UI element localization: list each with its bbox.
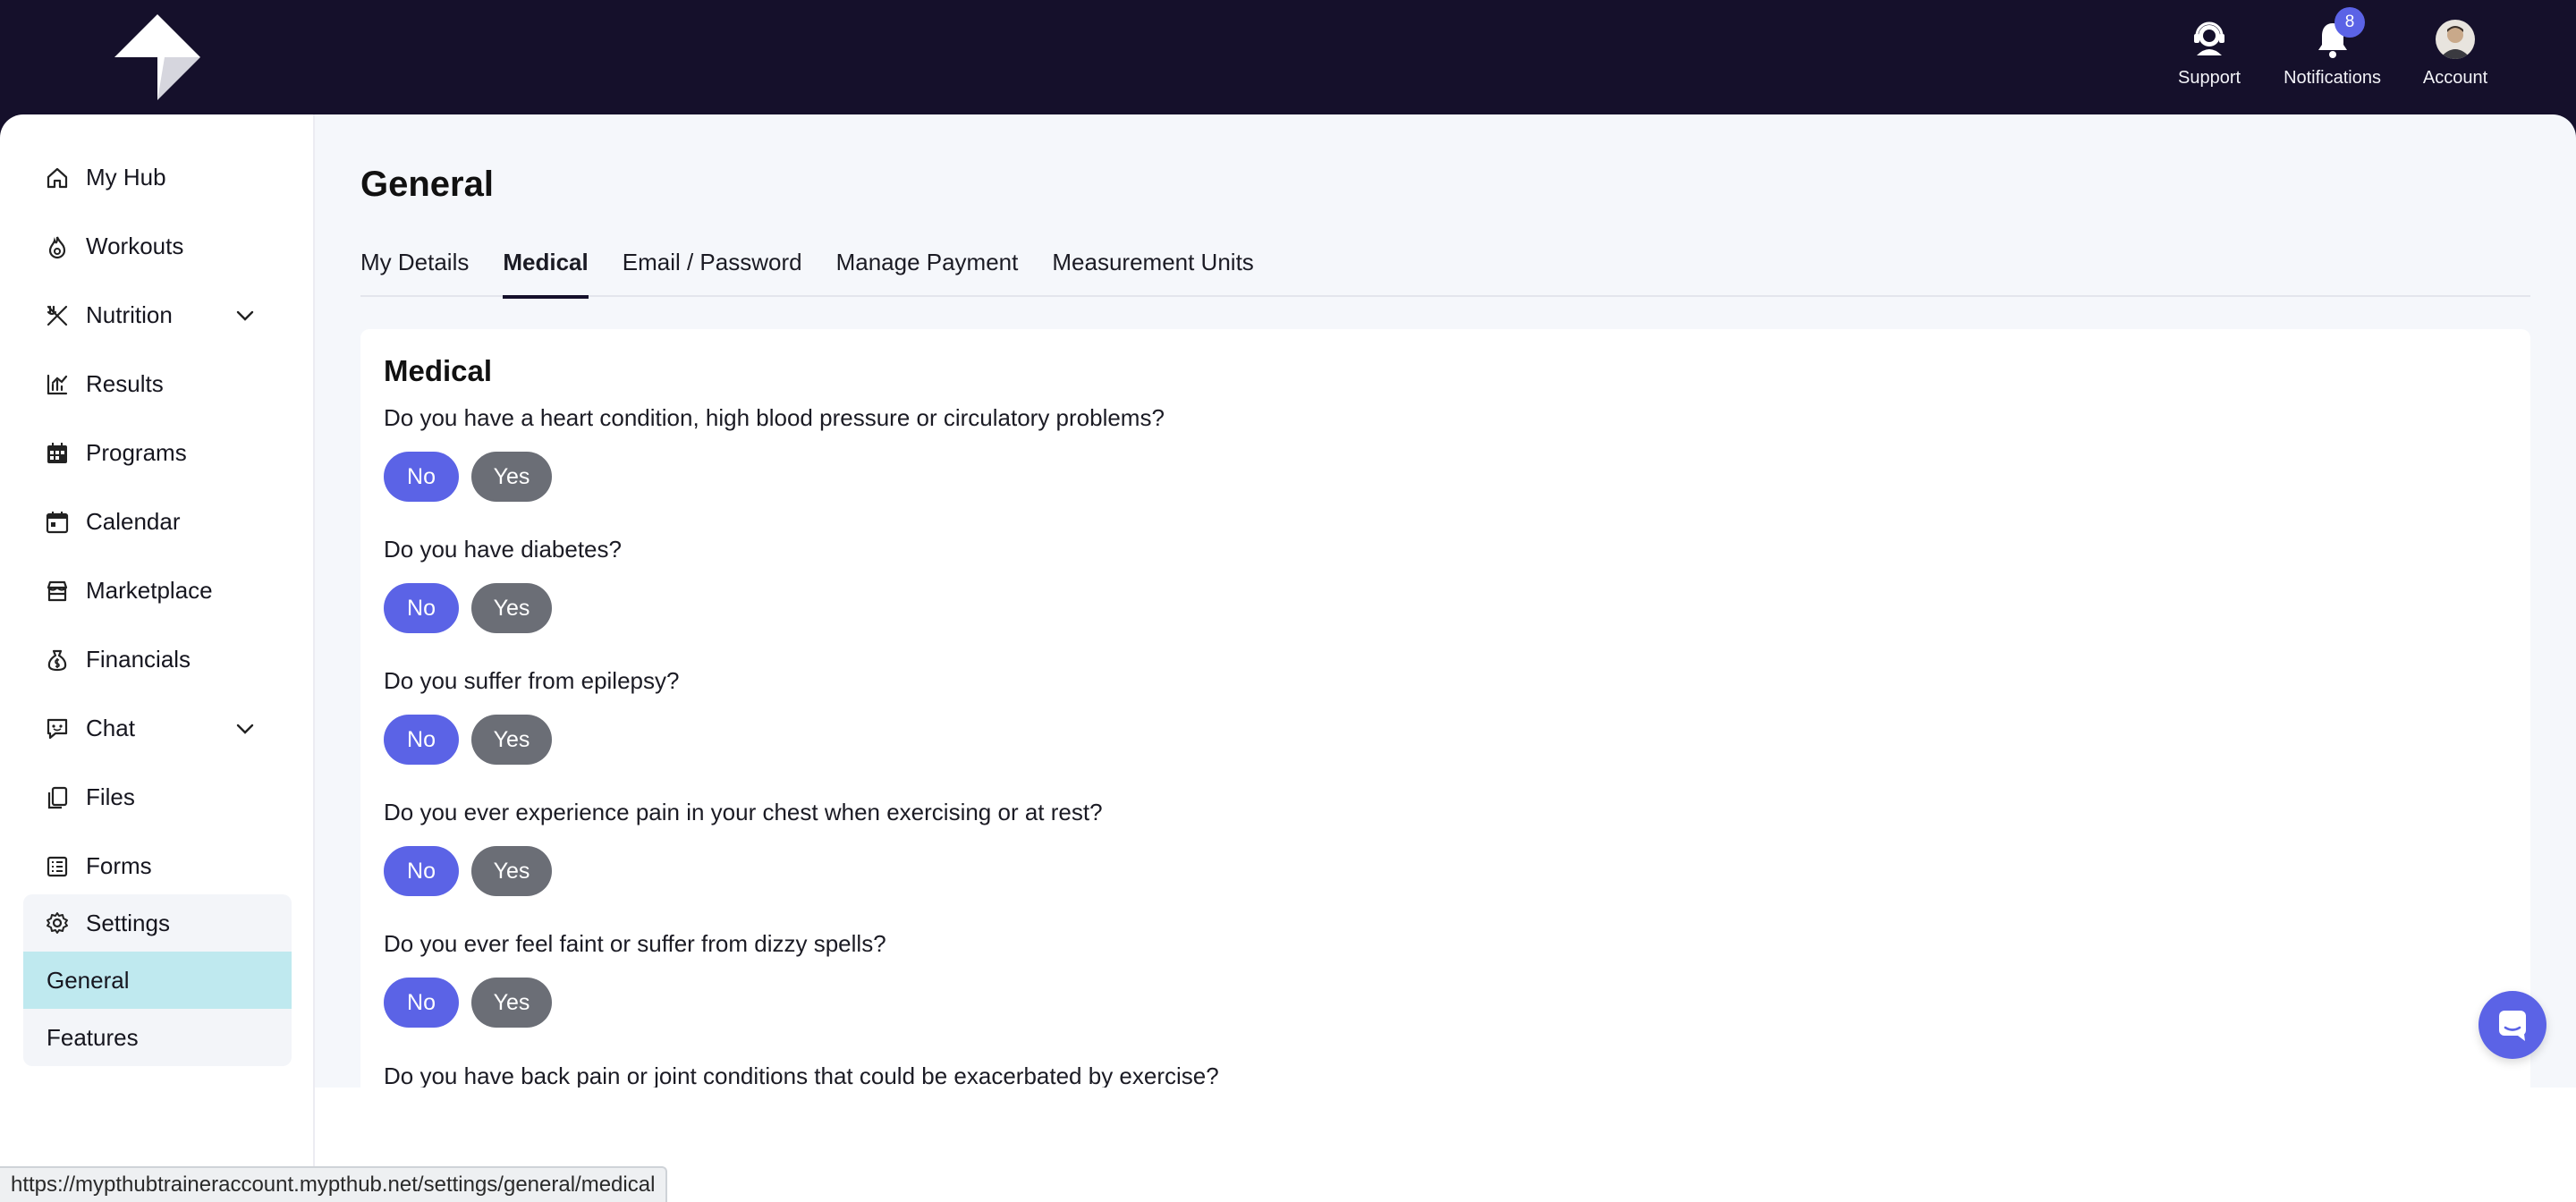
sidebar-item-label: Settings: [86, 909, 170, 936]
no-button[interactable]: No: [384, 715, 459, 765]
store-icon: [47, 580, 68, 601]
medical-card: Medical Do you have a heart condition, h…: [360, 329, 2530, 1098]
sidebar-item-calendar[interactable]: Calendar: [0, 487, 313, 556]
avatar: [2436, 20, 2475, 59]
files-icon: [47, 786, 68, 808]
home-icon: [47, 167, 68, 188]
card-title: Medical: [384, 354, 493, 387]
no-button[interactable]: No: [384, 452, 459, 502]
question-text: Do you have a heart condition, high bloo…: [384, 404, 1165, 431]
sidebar-item-label: Financials: [86, 646, 191, 673]
sidebar-item-files[interactable]: Files: [0, 763, 313, 832]
tab-my-details[interactable]: My Details: [360, 245, 469, 297]
sidebar-subitem-features[interactable]: Features: [23, 1009, 292, 1066]
question-text: Do you ever experience pain in your ches…: [384, 799, 1103, 825]
sidebar-item-label: My Hub: [86, 164, 166, 190]
form-icon: [47, 856, 68, 876]
chevron-down-icon[interactable]: [233, 716, 258, 741]
sidebar-item-label: Chat: [86, 715, 135, 741]
sidebar-item-my-hub[interactable]: My Hub: [0, 143, 313, 212]
question-epilepsy: Do you suffer from epilepsy? No Yes: [384, 667, 679, 765]
sidebar-item-label: Forms: [86, 852, 152, 879]
main-content: General My Details Medical Email / Passw…: [315, 114, 2576, 1098]
tab-bar: My Details Medical Email / Password Mana…: [360, 245, 2530, 299]
sidebar-item-label: Files: [86, 783, 135, 810]
sidebar-subitem-general[interactable]: General: [23, 952, 292, 1009]
chat-launcher-button[interactable]: [2479, 991, 2546, 1059]
sidebar-item-financials[interactable]: Financials: [0, 625, 313, 694]
sidebar-item-chat[interactable]: Chat: [0, 694, 313, 763]
page-title: General: [360, 165, 494, 204]
notifications-label: Notifications: [2284, 68, 2381, 88]
question-dizzy-spells: Do you ever feel faint or suffer from di…: [384, 930, 886, 1028]
header-actions: Support 8 Notifications Account: [2169, 7, 2496, 95]
question-text: Do you ever feel faint or suffer from di…: [384, 930, 886, 957]
account-button[interactable]: Account: [2415, 20, 2496, 95]
question-heart: Do you have a heart condition, high bloo…: [384, 404, 1165, 502]
question-text: Do you suffer from epilepsy?: [384, 667, 680, 694]
no-button[interactable]: No: [384, 978, 459, 1028]
sidebar-item-results[interactable]: Results: [0, 350, 313, 419]
question-chest-pain: Do you ever experience pain in your ches…: [384, 799, 1103, 896]
sidebar-item-label: Programs: [86, 439, 187, 466]
sidebar-item-forms[interactable]: Forms: [0, 832, 313, 901]
chat-bubble-icon: [2499, 1011, 2526, 1041]
sidebar-nav: My Hub Workouts Nutrition Results Progra…: [0, 114, 313, 901]
utensils-icon: [47, 305, 68, 326]
sidebar-item-label: Calendar: [86, 508, 181, 535]
sidebar-item-label: Nutrition: [86, 301, 173, 328]
tab-manage-payment[interactable]: Manage Payment: [836, 245, 1019, 297]
question-text: Do you have diabetes?: [384, 536, 622, 563]
calendar-icon: [46, 511, 69, 533]
status-bar-url: https://mypthubtraineraccount.mypthub.ne…: [0, 1166, 668, 1202]
support-button[interactable]: Support: [2169, 20, 2250, 95]
support-label: Support: [2178, 68, 2241, 88]
sidebar-item-settings[interactable]: Settings: [23, 894, 292, 952]
chart-icon: [47, 374, 68, 394]
sidebar-item-label: Results: [86, 370, 164, 397]
top-bar: Support 8 Notifications Account: [0, 0, 2576, 114]
no-button[interactable]: No: [384, 846, 459, 896]
question-diabetes: Do you have diabetes? No Yes: [384, 536, 622, 633]
yes-button[interactable]: Yes: [471, 846, 552, 896]
sidebar-item-label: Marketplace: [86, 577, 213, 604]
tab-measurement-units[interactable]: Measurement Units: [1052, 245, 1253, 297]
yes-button[interactable]: Yes: [471, 715, 552, 765]
yes-button[interactable]: Yes: [471, 452, 552, 502]
notification-count-badge: 8: [2334, 7, 2365, 38]
headset-icon: [2194, 21, 2225, 55]
no-button[interactable]: No: [384, 583, 459, 633]
yes-button[interactable]: Yes: [471, 978, 552, 1028]
sidebar-item-marketplace[interactable]: Marketplace: [0, 556, 313, 625]
question-back-pain: Do you have back pain or joint condition…: [384, 1062, 1219, 1090]
question-text: Do you have back pain or joint condition…: [384, 1062, 1219, 1089]
tab-medical[interactable]: Medical: [503, 245, 589, 299]
calendar-grid-icon: [47, 442, 67, 463]
account-label: Account: [2422, 68, 2488, 88]
sidebar-item-programs[interactable]: Programs: [0, 419, 313, 487]
sidebar: My Hub Workouts Nutrition Results Progra…: [0, 114, 315, 1202]
chevron-down-icon[interactable]: [233, 303, 258, 328]
tab-email-password[interactable]: Email / Password: [623, 245, 802, 297]
sidebar-item-nutrition[interactable]: Nutrition: [0, 281, 313, 350]
gear-icon: [47, 912, 68, 934]
yes-button[interactable]: Yes: [471, 583, 552, 633]
settings-group: Settings General Features: [23, 894, 292, 1066]
sidebar-item-workouts[interactable]: Workouts: [0, 212, 313, 281]
chat-icon: [47, 718, 68, 739]
money-bag-icon: [47, 649, 67, 671]
flame-icon: [48, 236, 66, 258]
notifications-button[interactable]: 8 Notifications: [2284, 7, 2381, 95]
logo-icon[interactable]: [114, 14, 200, 100]
sidebar-item-label: Workouts: [86, 233, 184, 259]
